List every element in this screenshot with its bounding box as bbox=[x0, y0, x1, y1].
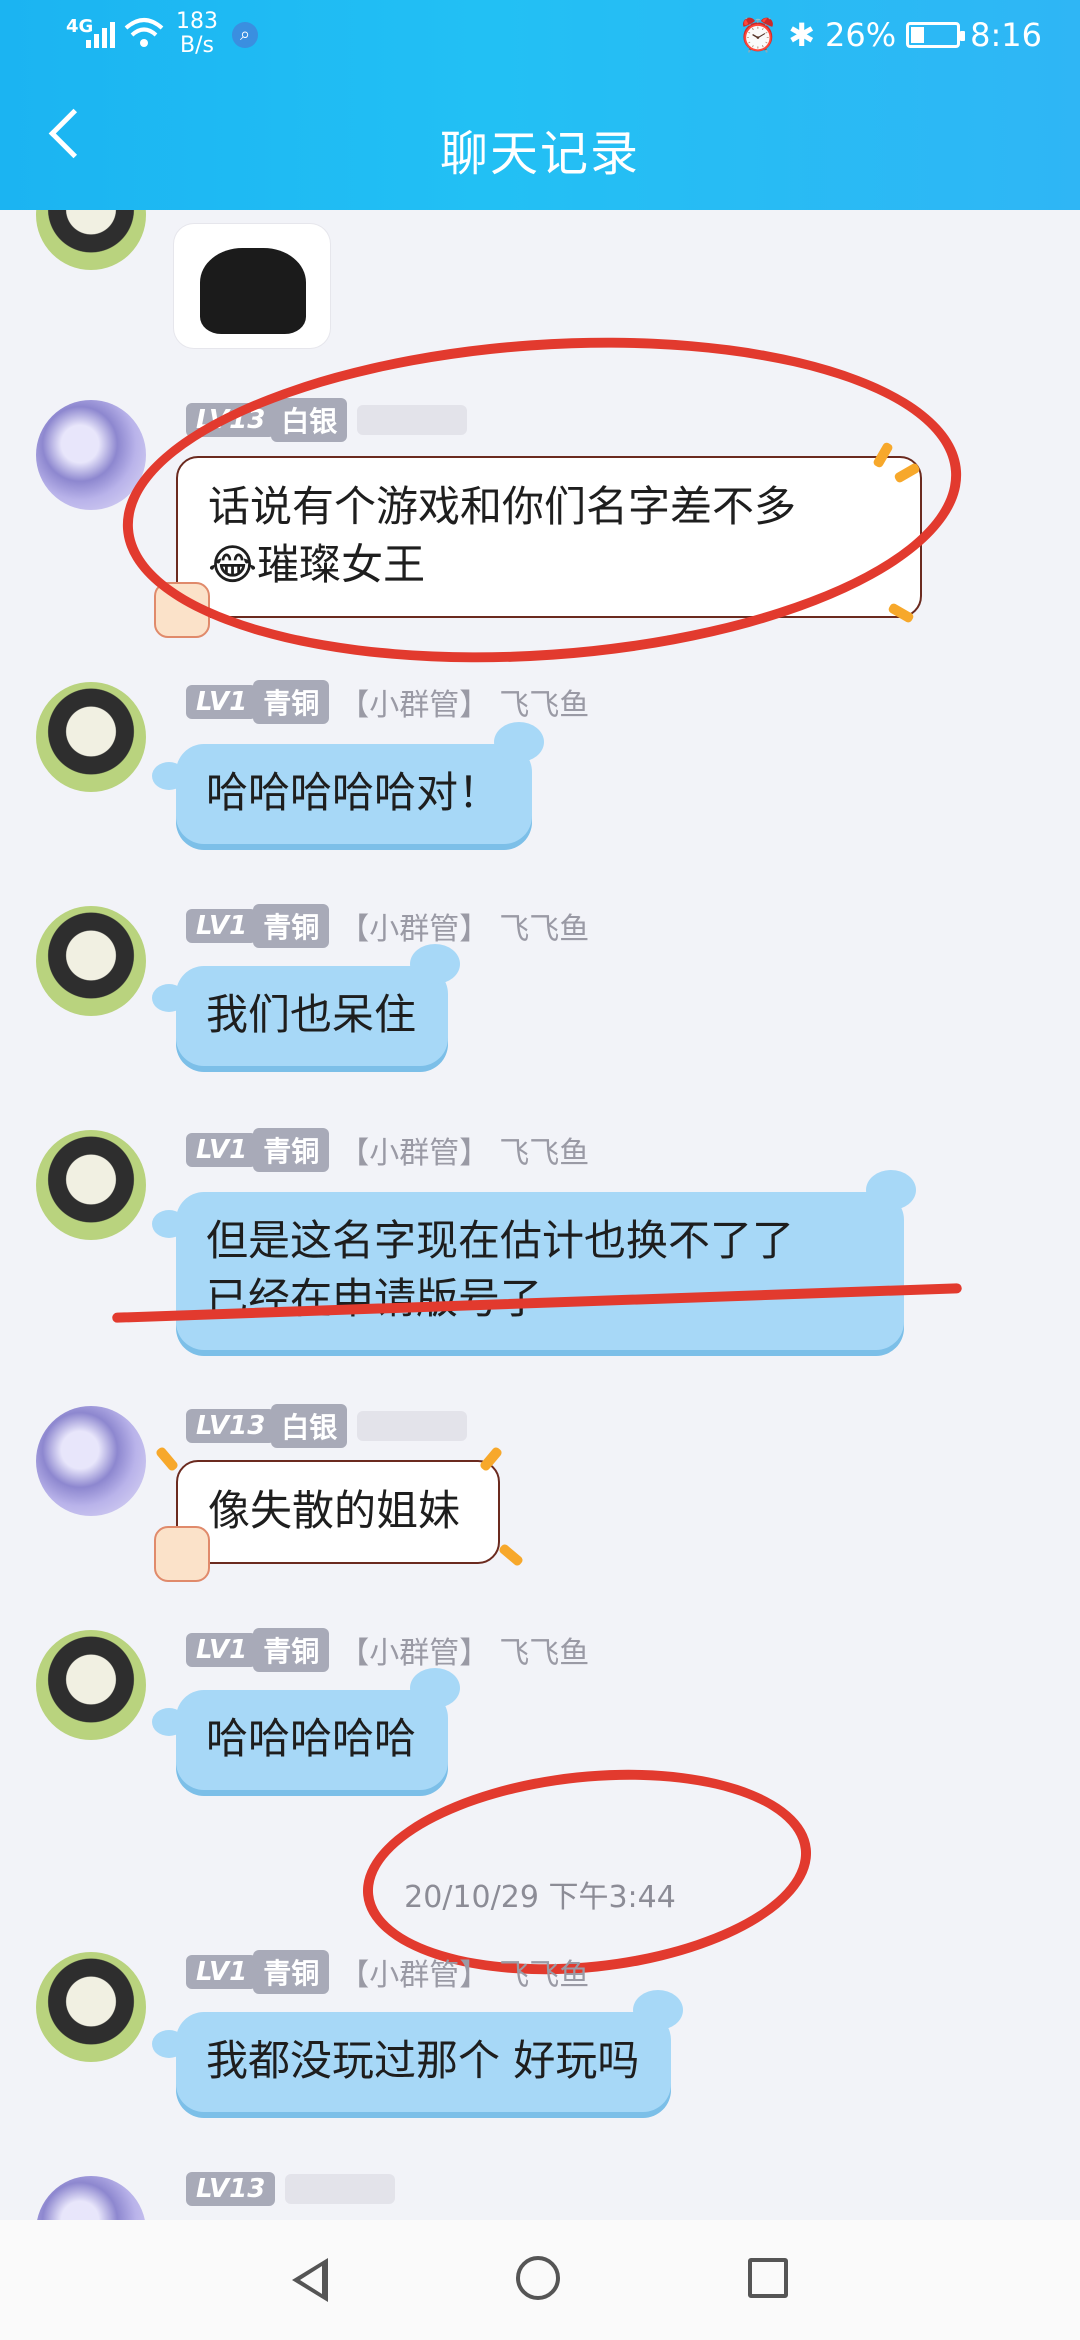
avatar[interactable] bbox=[36, 1952, 146, 2062]
fist-icon bbox=[154, 1526, 210, 1582]
network-speed: 183 B/s bbox=[176, 10, 218, 58]
sender-role: 【小群管】 bbox=[339, 912, 490, 947]
sticker-image[interactable] bbox=[174, 224, 330, 348]
message-text: 哈哈哈哈哈对！ bbox=[206, 768, 501, 817]
message-line: 但是这名字现在估计也换不了了 bbox=[206, 1216, 795, 1265]
signal-icon bbox=[86, 22, 115, 48]
level-badge: LV1 bbox=[186, 1955, 258, 1989]
rank-badge: 青铜 bbox=[253, 680, 330, 724]
message-text: 哈哈哈哈哈 bbox=[206, 1714, 417, 1763]
speed-unit: B/s bbox=[180, 33, 214, 58]
sender-meta: LV13 白银 bbox=[186, 1404, 468, 1448]
alarm-icon: ⏰ bbox=[738, 16, 779, 54]
sparkle-icon bbox=[497, 1542, 525, 1568]
sender-name: 飞飞鱼 bbox=[499, 1136, 590, 1171]
level-badge: LV1 bbox=[186, 1633, 258, 1667]
battery-icon bbox=[906, 22, 966, 48]
chat-history[interactable]: LV13 白银 话说有个游戏和你们名字差不多 😂璀璨女王 LV1 青铜 【小群管… bbox=[0, 210, 1080, 2220]
sender-role: 【小群管】 bbox=[339, 1636, 490, 1671]
bluetooth-icon: ✱ bbox=[788, 16, 816, 54]
sender-meta: LV1 青铜 【小群管】 飞飞鱼 bbox=[186, 904, 589, 948]
system-nav-bar bbox=[0, 2220, 1080, 2340]
message-bubble[interactable]: 我都没玩过那个 好玩吗 bbox=[151, 1990, 684, 2112]
rank-badge: 青铜 bbox=[253, 1628, 330, 1672]
sender-role: 【小群管】 bbox=[339, 1958, 490, 1993]
avatar[interactable] bbox=[36, 1630, 146, 1740]
sender-meta: LV1 青铜 【小群管】 飞飞鱼 bbox=[186, 1628, 589, 1672]
clock: 8:16 bbox=[970, 16, 1042, 54]
message-bubble[interactable]: 我们也呆住 bbox=[151, 944, 461, 1066]
level-badge: LV1 bbox=[186, 685, 258, 719]
sender-meta: LV1 青铜 【小群管】 飞飞鱼 bbox=[186, 1950, 589, 1994]
speed-value: 183 bbox=[176, 9, 218, 34]
cat-sticker bbox=[200, 248, 306, 334]
status-right: ⏰ ✱ 26% 8:16 bbox=[738, 16, 1042, 54]
search-icon: ⌕ bbox=[232, 22, 258, 48]
page-title: 聊天记录 bbox=[439, 126, 640, 182]
rank-badge: 青铜 bbox=[253, 1950, 330, 1994]
sender-meta: LV13 bbox=[186, 2172, 396, 2206]
blurred-name bbox=[285, 2174, 396, 2204]
avatar[interactable] bbox=[36, 210, 146, 270]
message-text: 像失散的姐妹 bbox=[208, 1486, 461, 1535]
sender-meta: LV1 青铜 【小群管】 飞飞鱼 bbox=[186, 1128, 589, 1172]
message-bubble[interactable]: 像失散的姐妹 bbox=[176, 1460, 501, 1564]
sender-name: 飞飞鱼 bbox=[499, 912, 590, 947]
avatar[interactable] bbox=[36, 2176, 146, 2220]
nav-recents-icon[interactable] bbox=[748, 2258, 788, 2298]
rank-badge: 白银 bbox=[271, 1404, 348, 1448]
level-badge: LV13 bbox=[186, 2172, 276, 2206]
sender-name: 飞飞鱼 bbox=[499, 1636, 590, 1671]
avatar[interactable] bbox=[36, 1130, 146, 1240]
blurred-name bbox=[357, 1411, 468, 1441]
nav-back-icon[interactable] bbox=[292, 2258, 328, 2302]
avatar[interactable] bbox=[36, 906, 146, 1016]
level-badge: LV1 bbox=[186, 909, 258, 943]
sparkle-icon bbox=[154, 1445, 180, 1473]
level-badge: LV13 bbox=[186, 1409, 276, 1443]
message-bubble[interactable]: 哈哈哈哈哈对！ bbox=[151, 722, 545, 844]
battery-percent: 26% bbox=[825, 16, 897, 54]
sender-role: 【小群管】 bbox=[339, 1136, 490, 1171]
sender-name: 飞飞鱼 bbox=[499, 1958, 590, 1993]
message-text: 我们也呆住 bbox=[206, 990, 417, 1039]
avatar[interactable] bbox=[36, 682, 146, 792]
top-bar: 4G 183 B/s ⌕ ⏰ ✱ 26% 8:16 聊天记录 bbox=[0, 0, 1080, 210]
rank-badge: 青铜 bbox=[253, 1128, 330, 1172]
title-bar: 聊天记录 bbox=[0, 70, 1080, 210]
sender-meta: LV1 青铜 【小群管】 飞飞鱼 bbox=[186, 680, 589, 724]
nav-home-icon[interactable] bbox=[516, 2256, 560, 2300]
sender-role: 【小群管】 bbox=[339, 688, 490, 723]
sender-name: 飞飞鱼 bbox=[499, 688, 590, 723]
message-bubble[interactable]: 但是这名字现在估计也换不了了 已经在申请版号了 bbox=[152, 1170, 916, 1350]
message-bubble[interactable]: 哈哈哈哈哈 bbox=[151, 1668, 461, 1790]
wifi-icon bbox=[124, 16, 164, 59]
status-bar: 4G 183 B/s ⌕ ⏰ ✱ 26% 8:16 bbox=[0, 0, 1080, 70]
level-badge: LV1 bbox=[186, 1133, 258, 1167]
rank-badge: 青铜 bbox=[253, 904, 330, 948]
avatar[interactable] bbox=[36, 1406, 146, 1516]
message-text: 我都没玩过那个 好玩吗 bbox=[206, 2036, 640, 2085]
red-marker-circle bbox=[111, 311, 973, 689]
